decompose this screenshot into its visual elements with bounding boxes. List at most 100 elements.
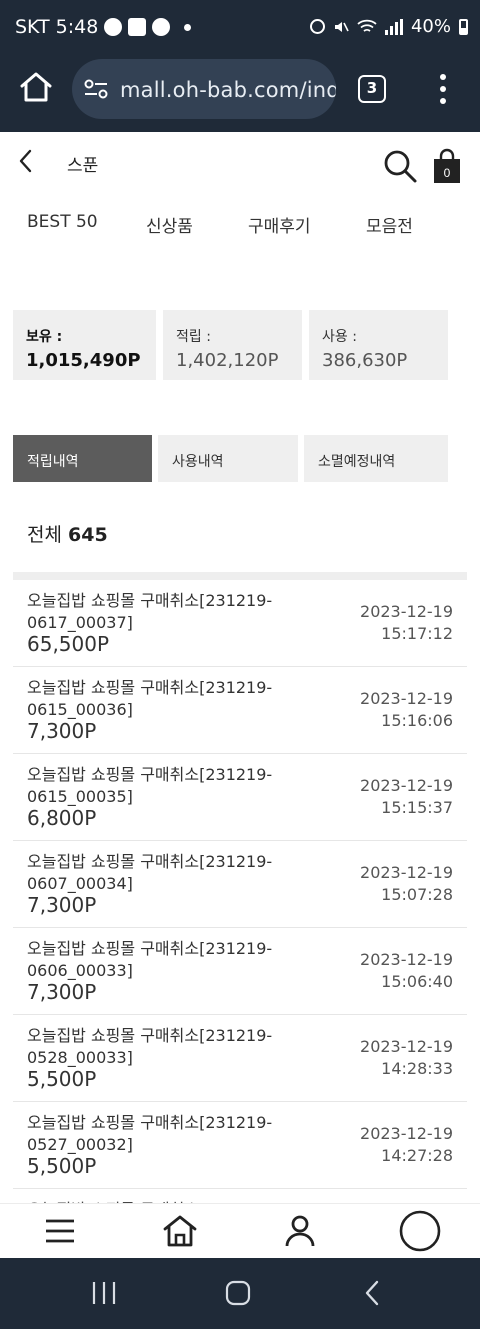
browser-chrome: SKT 5:48 40% mall.oh-bab.com/inde 3 (0, 0, 480, 132)
recents-icon[interactable] (90, 1278, 118, 1308)
item-date: 2023-12-19 (360, 1037, 453, 1056)
points-earned-value: 1,402,120P (176, 350, 279, 371)
face-icon (152, 18, 171, 36)
image-icon (128, 18, 147, 36)
category-reviews[interactable]: 구매후기 (248, 212, 311, 237)
item-amount: 65,500P (27, 632, 110, 656)
item-time: 15:06:40 (381, 972, 453, 991)
item-description: 오늘집밥 쇼핑몰 구매취소[231219-0607_00034] (27, 852, 273, 893)
item-time: 15:15:37 (381, 798, 453, 817)
url-text[interactable]: mall.oh-bab.com/inde (120, 78, 336, 102)
tab-earned-history[interactable]: 적립내역 (13, 435, 152, 482)
list-item: 오늘집밥 쇼핑몰 구매취소[231219-0615_00036] 7,300P … (13, 667, 467, 754)
item-amount: 6,800P (27, 806, 97, 830)
clock: 5:48 (55, 16, 99, 38)
battery-icon (459, 18, 468, 35)
points-used-label: 사용 : (322, 329, 357, 345)
status-bar: SKT 5:48 40% (0, 0, 480, 56)
list-top-divider (13, 572, 467, 580)
menu-icon[interactable] (38, 1209, 82, 1253)
alarm-icon (309, 19, 325, 34)
item-time: 15:17:12 (381, 624, 453, 643)
list-item: 오늘집밥 쇼핑몰 구매취소[231219-0606_00033] 7,300P … (13, 928, 467, 1015)
category-best50[interactable]: BEST 50 (27, 212, 98, 232)
total-value: 645 (68, 524, 108, 546)
signal-icon (384, 18, 403, 35)
circle-icon[interactable] (398, 1209, 442, 1253)
item-date: 2023-12-19 (360, 950, 453, 969)
item-amount: 7,300P (27, 893, 97, 917)
item-datetime: 2023-12-19 15:16:06 (360, 688, 453, 732)
cart-count: 0 (444, 166, 451, 180)
category-collections[interactable]: 모음전 (366, 212, 413, 237)
tab-expiring-history[interactable]: 소멸예정내역 (304, 435, 448, 482)
item-date: 2023-12-19 (360, 602, 453, 621)
item-description: 오늘집밥 쇼핑몰 구매취소[231219-0615_00036] (27, 678, 273, 719)
item-datetime: 2023-12-19 15:17:12 (360, 601, 453, 645)
item-amount: 5,500P (27, 1067, 97, 1091)
points-used-value: 386,630P (322, 350, 408, 371)
back-arrow-icon[interactable] (16, 148, 38, 174)
page-header: 스푼 0 (0, 132, 480, 192)
item-amount: 5,500P (27, 1154, 97, 1178)
system-home-icon[interactable] (224, 1278, 252, 1308)
chat-icon (104, 18, 123, 36)
list-item: 오늘집밥 쇼핑몰 구매취소[231219-0607_00034] 7,300P … (13, 841, 467, 928)
battery-percent: 40% (410, 16, 451, 37)
category-new[interactable]: 신상품 (146, 212, 193, 237)
tab-count-button[interactable]: 3 (358, 75, 386, 103)
item-date: 2023-12-19 (360, 776, 453, 795)
item-datetime: 2023-12-19 15:06:40 (360, 949, 453, 993)
url-bar[interactable]: mall.oh-bab.com/inde (72, 59, 336, 119)
system-back-icon[interactable] (362, 1278, 384, 1308)
item-description: 오늘집밥 쇼핑몰 구매취소[231219-0527_00032] (27, 1113, 273, 1154)
site-settings-icon[interactable] (84, 79, 108, 99)
item-date: 2023-12-19 (360, 689, 453, 708)
item-datetime: 2023-12-19 15:07:28 (360, 862, 453, 906)
wifi-icon (357, 19, 377, 32)
points-held-box: 보유 : 1,015,490P (13, 310, 156, 380)
system-nav-bar (0, 1258, 480, 1329)
item-datetime: 2023-12-19 14:28:33 (360, 1036, 453, 1080)
item-time: 14:28:33 (381, 1059, 453, 1078)
item-description: 오늘집밥 쇼핑몰 구매취소[231219-0528_00033] (27, 1026, 273, 1067)
address-bar-row: mall.oh-bab.com/inde 3 (0, 56, 480, 122)
user-icon[interactable] (278, 1209, 322, 1253)
bottom-nav (0, 1203, 480, 1258)
item-datetime: 2023-12-19 14:27:28 (360, 1123, 453, 1167)
item-date: 2023-12-19 (360, 863, 453, 882)
item-time: 14:27:28 (381, 1146, 453, 1165)
item-description: 오늘집밥 쇼핑몰 구매취소[231219-0606_00033] (27, 939, 273, 980)
browser-menu-icon[interactable] (438, 74, 448, 104)
category-nav: BEST 50 신상품 구매후기 모음전 (0, 196, 480, 248)
shopping-bag-icon[interactable]: 0 (432, 148, 462, 184)
tab-used-history[interactable]: 사용내역 (158, 435, 298, 482)
list-item: 오늘집밥 쇼핑몰 구매취소[231219-0527_00032] 5,500P … (13, 1102, 467, 1189)
total-count: 전체 645 (27, 520, 108, 547)
item-description: 오늘집밥 쇼핑몰 구매취소[231219-0615_00035] (27, 765, 273, 806)
item-date: 2023-12-19 (360, 1124, 453, 1143)
points-used-box: 사용 : 386,630P (309, 310, 448, 380)
search-icon[interactable] (382, 148, 418, 184)
total-label: 전체 (27, 524, 62, 546)
points-earned-box: 적립 : 1,402,120P (163, 310, 302, 380)
points-held-label: 보유 : (26, 329, 63, 345)
home-icon[interactable] (158, 1209, 202, 1253)
points-held-value: 1,015,490P (26, 350, 141, 371)
list-item: 오늘집밥 쇼핑몰 구매취소[231219-0528_00033] 5,500P … (13, 1015, 467, 1102)
list-item: 오늘집밥 쇼핑몰 구매취소[231219-0615_00035] 6,800P … (13, 754, 467, 841)
item-amount: 7,300P (27, 719, 97, 743)
list-item: 오늘집밥 쇼핑몰 구매취소[231219-0617_00037] 65,500P… (13, 580, 467, 667)
browser-home-icon[interactable] (18, 69, 54, 105)
item-datetime: 2023-12-19 15:15:37 (360, 775, 453, 819)
points-earned-label: 적립 : (176, 329, 211, 345)
item-time: 15:16:06 (381, 711, 453, 730)
notification-dot-icon (184, 23, 192, 31)
points-history-list: 오늘집밥 쇼핑몰 구매취소[231219-0617_00037] 65,500P… (13, 580, 467, 1189)
mute-icon (334, 21, 349, 32)
item-amount: 7,300P (27, 980, 97, 1004)
carrier: SKT (15, 16, 50, 38)
page-title: 스푼 (67, 156, 99, 176)
item-time: 15:07:28 (381, 885, 453, 904)
item-description: 오늘집밥 쇼핑몰 구매취소[231219-0617_00037] (27, 591, 273, 632)
